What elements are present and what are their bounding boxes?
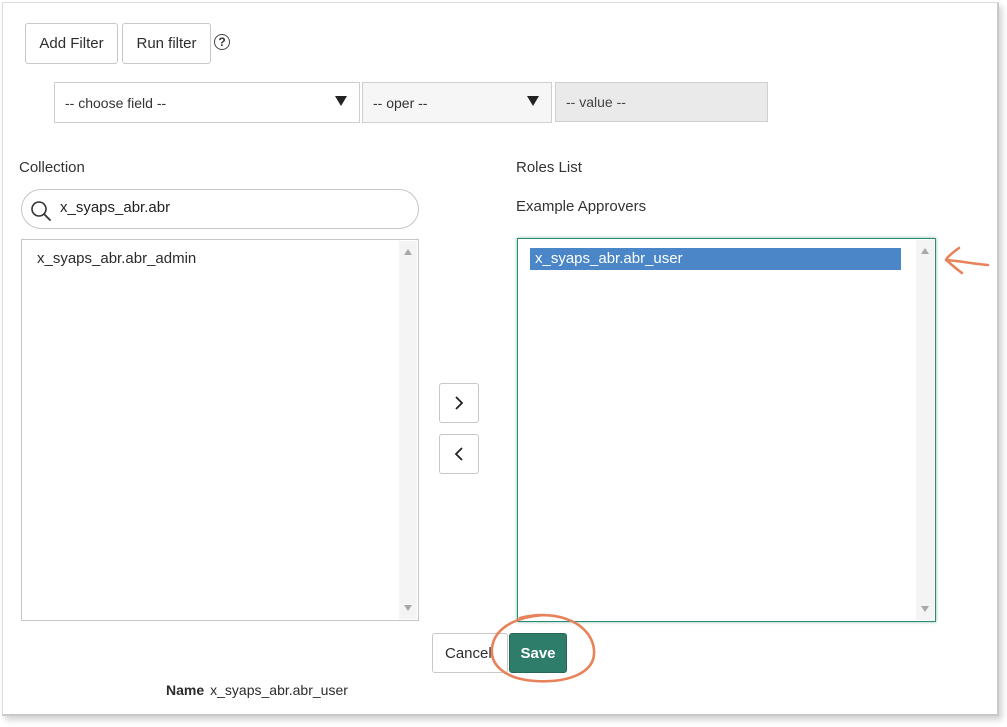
name-label: Name bbox=[166, 682, 205, 698]
help-icon[interactable]: ? bbox=[214, 34, 230, 50]
add-to-roles-button[interactable] bbox=[439, 383, 479, 423]
roles-list-label: Roles List bbox=[516, 159, 582, 176]
cancel-button[interactable]: Cancel bbox=[432, 633, 508, 673]
add-filter-button[interactable]: Add Filter bbox=[25, 23, 118, 64]
collection-search[interactable] bbox=[21, 189, 419, 229]
oper-value: -- oper -- bbox=[373, 94, 428, 111]
save-button[interactable]: Save bbox=[509, 633, 567, 673]
name-row: Name x_syaps_abr.abr_user bbox=[166, 682, 348, 698]
run-filter-button[interactable]: Run filter bbox=[122, 23, 211, 64]
dialog-frame: Add Filter Run filter ? -- choose field … bbox=[2, 2, 999, 716]
caret-down-icon bbox=[527, 96, 539, 106]
collection-scrollbar[interactable] bbox=[399, 241, 417, 619]
choose-field-select[interactable]: -- choose field -- bbox=[54, 82, 360, 123]
scroll-down-icon[interactable] bbox=[921, 606, 929, 612]
name-value: x_syaps_abr.abr_user bbox=[210, 682, 348, 698]
value-field-placeholder: -- value -- bbox=[566, 94, 626, 110]
caret-down-icon bbox=[335, 96, 347, 106]
collection-item[interactable]: x_syaps_abr.abr_admin bbox=[32, 248, 196, 270]
remove-from-roles-button[interactable] bbox=[439, 434, 479, 474]
roles-sublabel: Example Approvers bbox=[516, 198, 647, 215]
scroll-down-icon[interactable] bbox=[404, 605, 412, 611]
chevron-left-icon bbox=[454, 447, 463, 461]
chevron-right-icon bbox=[455, 396, 464, 410]
roles-listbox[interactable]: x_syaps_abr.abr_user bbox=[517, 238, 936, 622]
search-icon bbox=[31, 201, 51, 221]
value-field[interactable]: -- value -- bbox=[555, 82, 768, 122]
roles-item-selected[interactable]: x_syaps_abr.abr_user bbox=[530, 248, 901, 270]
roles-scrollbar[interactable] bbox=[916, 240, 934, 620]
oper-select[interactable]: -- oper -- bbox=[362, 82, 552, 123]
choose-field-value: -- choose field -- bbox=[65, 94, 167, 111]
collection-listbox[interactable]: x_syaps_abr.abr_admin bbox=[21, 239, 419, 621]
search-input[interactable] bbox=[58, 198, 402, 217]
scroll-up-icon[interactable] bbox=[404, 249, 412, 255]
collection-label: Collection bbox=[19, 159, 85, 176]
scroll-up-icon[interactable] bbox=[921, 248, 929, 254]
